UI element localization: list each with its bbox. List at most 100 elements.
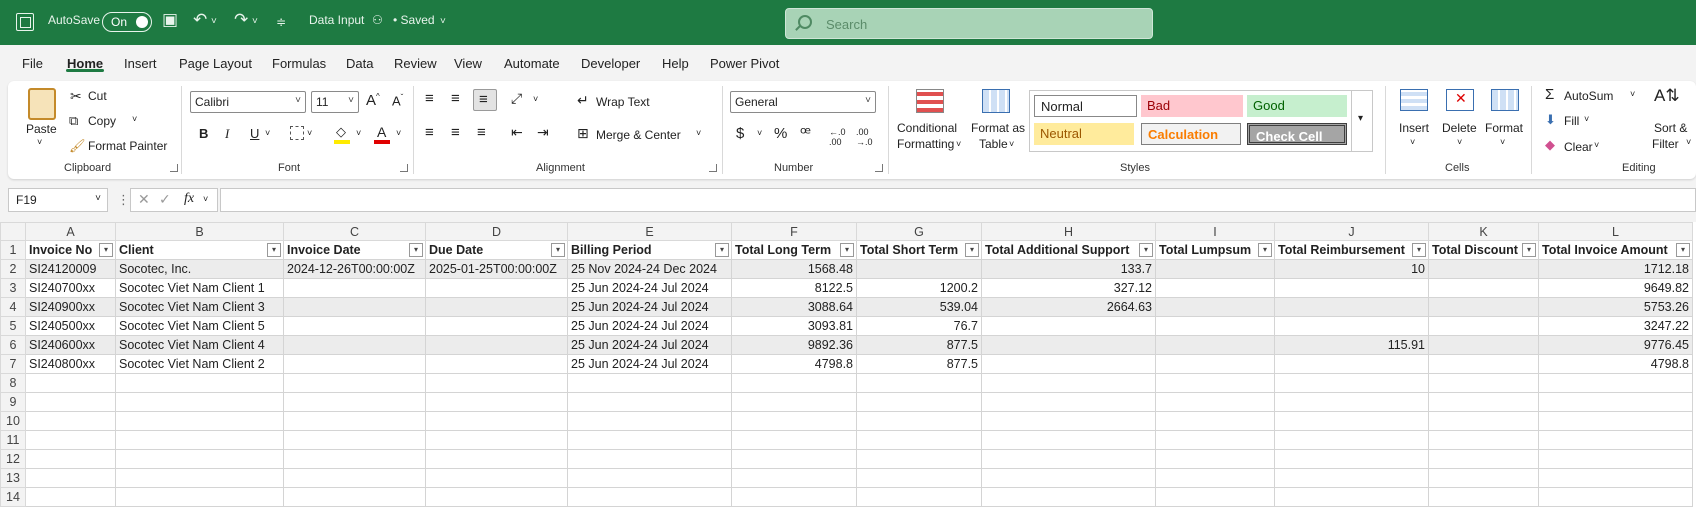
- filter-dropdown-icon[interactable]: ▾: [1258, 243, 1272, 257]
- name-box[interactable]: F19 ˅: [8, 188, 108, 212]
- row-header[interactable]: 1: [0, 240, 26, 260]
- table-cell[interactable]: 3088.64: [731, 297, 857, 317]
- empty-cell[interactable]: [283, 449, 426, 469]
- redo-dropdown-icon[interactable]: ˅: [252, 16, 258, 27]
- table-header-cell[interactable]: Billing Period ▾: [567, 240, 732, 260]
- empty-cell[interactable]: [1274, 430, 1429, 450]
- table-header-cell[interactable]: Total Additional Support ▾: [981, 240, 1156, 260]
- filter-dropdown-icon[interactable]: ▾: [840, 243, 854, 257]
- fill-color-dropdown-icon[interactable]: ˅: [356, 128, 361, 138]
- tab-insert[interactable]: Insert: [124, 56, 157, 71]
- select-all-corner[interactable]: [0, 222, 26, 241]
- empty-cell[interactable]: [425, 468, 568, 488]
- table-cell[interactable]: 2025-01-25T00:00:00Z: [425, 259, 568, 279]
- table-cell[interactable]: [1428, 297, 1539, 317]
- table-cell[interactable]: Socotec, Inc.: [115, 259, 284, 279]
- empty-cell[interactable]: [981, 487, 1156, 507]
- table-header-cell[interactable]: Total Invoice Amount ▾: [1538, 240, 1693, 260]
- increase-decimal-icon[interactable]: ←.0.00: [829, 127, 846, 147]
- table-cell[interactable]: [1155, 316, 1275, 336]
- table-cell[interactable]: 877.5: [856, 335, 982, 355]
- empty-cell[interactable]: [115, 449, 284, 469]
- table-cell[interactable]: 327.12: [981, 278, 1156, 298]
- table-cell[interactable]: 8122.5: [731, 278, 857, 298]
- conditional-formatting-icon[interactable]: [916, 89, 944, 113]
- filter-dropdown-icon[interactable]: ▾: [99, 243, 113, 257]
- number-launcher-icon[interactable]: [875, 164, 883, 172]
- sort-filter-dropdown-icon[interactable]: ˅: [1686, 137, 1691, 147]
- empty-cell[interactable]: [981, 411, 1156, 431]
- table-header-cell[interactable]: Due Date ▾: [425, 240, 568, 260]
- table-cell[interactable]: [856, 259, 982, 279]
- paste-icon[interactable]: [28, 88, 56, 120]
- empty-cell[interactable]: [1428, 487, 1539, 507]
- empty-cell[interactable]: [115, 487, 284, 507]
- empty-cell[interactable]: [425, 449, 568, 469]
- undo-icon[interactable]: ↶: [193, 10, 207, 30]
- format-as-table-dropdown-icon[interactable]: ˅: [1009, 139, 1014, 149]
- column-header-e[interactable]: E: [567, 222, 732, 241]
- empty-cell[interactable]: [1155, 392, 1275, 412]
- table-cell[interactable]: [1274, 316, 1429, 336]
- table-cell[interactable]: 10: [1274, 259, 1429, 279]
- empty-cell[interactable]: [25, 487, 116, 507]
- wrap-text-button[interactable]: Wrap Text: [596, 95, 650, 109]
- empty-cell[interactable]: [25, 430, 116, 450]
- table-cell[interactable]: Socotec Viet Nam Client 3: [115, 297, 284, 317]
- empty-cell[interactable]: [1428, 392, 1539, 412]
- empty-cell[interactable]: [1428, 373, 1539, 393]
- delete-cells-icon[interactable]: ✕: [1446, 89, 1474, 111]
- empty-cell[interactable]: [1274, 487, 1429, 507]
- underline-dropdown-icon[interactable]: ˅: [265, 128, 270, 138]
- filter-dropdown-icon[interactable]: ▾: [267, 243, 281, 257]
- fill-color-icon[interactable]: ◇: [336, 124, 346, 140]
- empty-cell[interactable]: [567, 468, 732, 488]
- empty-cell[interactable]: [1155, 487, 1275, 507]
- table-cell[interactable]: SI24120009: [25, 259, 116, 279]
- save-status[interactable]: • Saved: [393, 13, 435, 27]
- format-as-table-label-2[interactable]: Table: [979, 137, 1008, 151]
- table-cell[interactable]: SI240700xx: [25, 278, 116, 298]
- empty-cell[interactable]: [283, 392, 426, 412]
- table-cell[interactable]: 76.7: [856, 316, 982, 336]
- row-header[interactable]: 3: [0, 278, 26, 298]
- style-check-cell[interactable]: Check Cell: [1247, 123, 1347, 145]
- table-cell[interactable]: 25 Jun 2024-24 Jul 2024: [567, 278, 732, 298]
- align-middle-icon[interactable]: ≡: [451, 90, 460, 107]
- empty-cell[interactable]: [567, 487, 732, 507]
- alignment-launcher-icon[interactable]: [709, 164, 717, 172]
- style-good[interactable]: Good: [1247, 95, 1347, 117]
- filter-dropdown-icon[interactable]: ▾: [965, 243, 979, 257]
- table-header-cell[interactable]: Total Discount ▾: [1428, 240, 1539, 260]
- empty-cell[interactable]: [25, 373, 116, 393]
- chevron-down-icon[interactable]: ˅: [95, 193, 101, 204]
- empty-cell[interactable]: [856, 468, 982, 488]
- redo-icon[interactable]: ↷: [234, 10, 248, 30]
- table-cell[interactable]: Socotec Viet Nam Client 2: [115, 354, 284, 374]
- row-header[interactable]: 6: [0, 335, 26, 355]
- delete-cells-button[interactable]: Delete: [1442, 121, 1477, 135]
- row-header[interactable]: 12: [0, 449, 26, 469]
- format-dropdown-icon[interactable]: ˅: [1500, 137, 1505, 147]
- table-cell[interactable]: [1428, 316, 1539, 336]
- table-cell[interactable]: SI240900xx: [25, 297, 116, 317]
- table-cell[interactable]: 25 Jun 2024-24 Jul 2024: [567, 354, 732, 374]
- style-neutral[interactable]: Neutral: [1034, 123, 1134, 145]
- table-cell[interactable]: 25 Nov 2024-24 Dec 2024: [567, 259, 732, 279]
- empty-cell[interactable]: [1155, 411, 1275, 431]
- table-cell[interactable]: Socotec Viet Nam Client 5: [115, 316, 284, 336]
- font-size-select[interactable]: 11 ˅: [311, 91, 359, 113]
- column-header-b[interactable]: B: [115, 222, 284, 241]
- empty-cell[interactable]: [283, 373, 426, 393]
- table-cell[interactable]: 25 Jun 2024-24 Jul 2024: [567, 316, 732, 336]
- cancel-icon[interactable]: ✕: [138, 191, 150, 208]
- column-header-a[interactable]: A: [25, 222, 116, 241]
- row-header[interactable]: 7: [0, 354, 26, 374]
- table-cell[interactable]: [981, 335, 1156, 355]
- row-header[interactable]: 4: [0, 297, 26, 317]
- empty-cell[interactable]: [115, 373, 284, 393]
- decrease-indent-icon[interactable]: ⇤: [511, 124, 523, 141]
- tab-view[interactable]: View: [454, 56, 482, 71]
- search-box[interactable]: Search: [785, 8, 1153, 39]
- table-cell[interactable]: 25 Jun 2024-24 Jul 2024: [567, 335, 732, 355]
